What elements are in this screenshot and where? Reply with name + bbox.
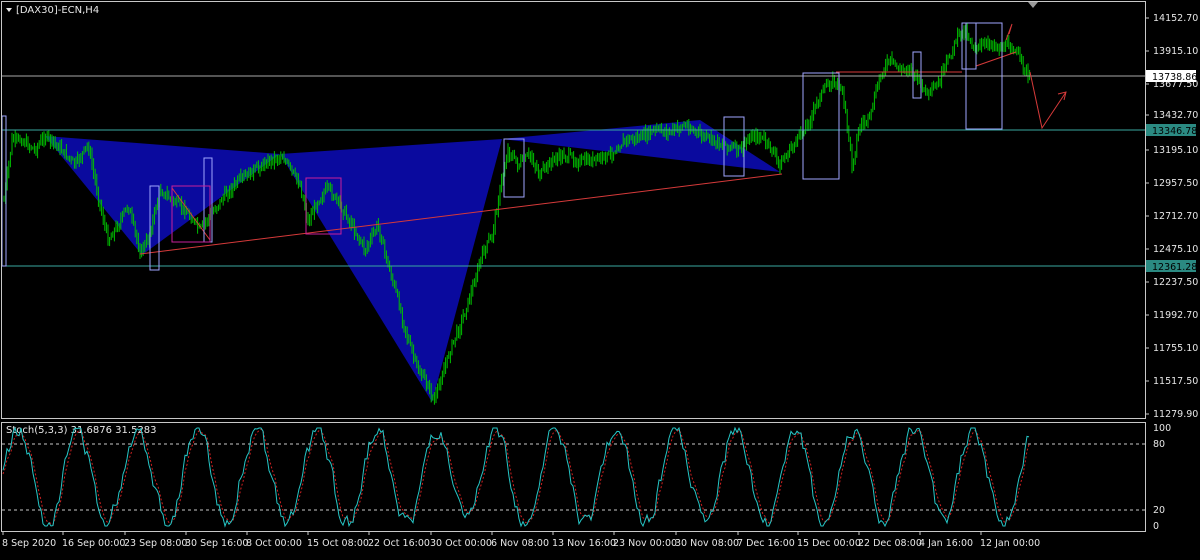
level-tag-upper: 13346.78 <box>1146 124 1197 137</box>
price-tick-label: 12237.50 <box>1153 277 1198 288</box>
level-tag-lower: 12361.28 <box>1146 260 1197 273</box>
time-tick-label: 30 Nov 08:00 <box>675 538 739 549</box>
chart-window[interactable]: [DAX30]-ECN,H4 14152.70 13915.10 13677.50 1… <box>0 0 1200 556</box>
price-tick-label: 11279.90 <box>1153 409 1198 420</box>
level-tag-upper-text: 13346.78 <box>1152 126 1197 137</box>
time-tick-label: 16 Sep 00:00 <box>62 538 125 549</box>
time-tick-label: 15 Dec 00:00 <box>797 538 861 549</box>
stoch-level-label: 20 <box>1153 505 1165 516</box>
time-tick-label: 30 Oct 00:00 <box>430 538 492 549</box>
price-tick-label: 13432.70 <box>1153 110 1198 121</box>
current-price-tag: 13738.86 <box>1146 70 1197 83</box>
time-tick-label: 7 Dec 16:00 <box>737 538 795 549</box>
price-tick-label: 13195.10 <box>1153 145 1198 156</box>
time-tick-label: 8 Sep 2020 <box>2 538 56 549</box>
time-tick-label: 22 Oct 16:00 <box>368 538 430 549</box>
level-tag-lower-text: 12361.28 <box>1152 262 1197 273</box>
time-tick-label: 22 Dec 08:00 <box>858 538 922 549</box>
price-tick-label: 13915.10 <box>1153 46 1198 57</box>
time-tick-label: 8 Oct 00:00 <box>246 538 302 549</box>
chart-title: [DAX30]-ECN,H4 <box>16 5 99 16</box>
time-tick-label: 6 Nov 08:00 <box>491 538 549 549</box>
time-tick-label: 30 Sep 16:00 <box>185 538 248 549</box>
time-tick-label: 4 Jan 16:00 <box>919 538 973 549</box>
price-tick-label: 12957.50 <box>1153 178 1198 189</box>
price-tick-label: 11517.50 <box>1153 376 1198 387</box>
current-price-tag-text: 13738.86 <box>1152 72 1197 83</box>
price-tick-label: 12475.10 <box>1153 244 1198 255</box>
time-tick-label: 12 Jan 00:00 <box>980 538 1040 549</box>
time-tick-label: 15 Oct 08:00 <box>307 538 369 549</box>
stoch-level-label: 100 <box>1153 423 1171 434</box>
time-tick-label: 23 Sep 08:00 <box>124 538 187 549</box>
stoch-level-label: 80 <box>1153 439 1165 450</box>
price-tick-label: 11755.10 <box>1153 343 1198 354</box>
time-tick-label: 23 Nov 00:00 <box>613 538 677 549</box>
price-tick-label: 14152.70 <box>1153 13 1198 24</box>
stoch-level-label: 0 <box>1153 521 1159 532</box>
price-tick-label: 12712.70 <box>1153 211 1198 222</box>
price-tick-label: 11992.70 <box>1153 310 1198 321</box>
time-tick-label: 13 Nov 16:00 <box>552 538 616 549</box>
